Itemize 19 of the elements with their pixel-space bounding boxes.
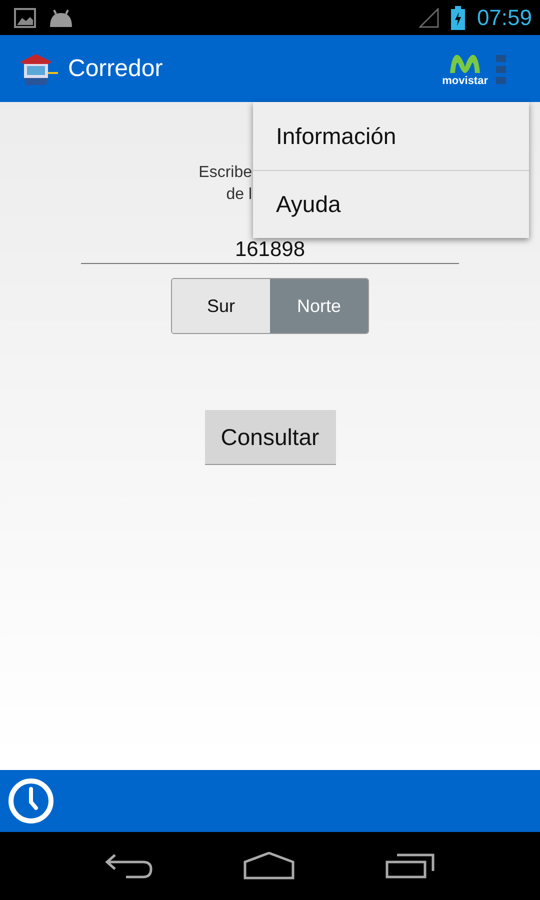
battery-icon bbox=[450, 6, 465, 30]
menu-item[interactable]: Ayuda bbox=[253, 170, 529, 238]
prompt-text: de l bbox=[226, 185, 252, 205]
submit-button[interactable]: Consultar bbox=[204, 410, 336, 465]
menu-item[interactable]: Información bbox=[253, 102, 529, 170]
back-icon[interactable] bbox=[105, 853, 153, 879]
android-icon bbox=[48, 8, 74, 26]
picture-icon bbox=[14, 8, 36, 28]
recents-icon[interactable] bbox=[385, 853, 435, 879]
brand-logo: movistar bbox=[442, 50, 488, 86]
kiosk-icon bbox=[18, 52, 60, 86]
signal-icon bbox=[418, 8, 439, 28]
clock-icon[interactable] bbox=[8, 778, 54, 824]
direction-toggle[interactable]: Norte bbox=[270, 279, 368, 333]
home-icon[interactable] bbox=[243, 852, 295, 880]
app-title: Corredor bbox=[68, 54, 163, 82]
direction-toggle[interactable]: Sur bbox=[172, 279, 270, 333]
prompt-text: Escribe bbox=[198, 163, 252, 183]
clock-time: 07:59 bbox=[476, 4, 532, 30]
